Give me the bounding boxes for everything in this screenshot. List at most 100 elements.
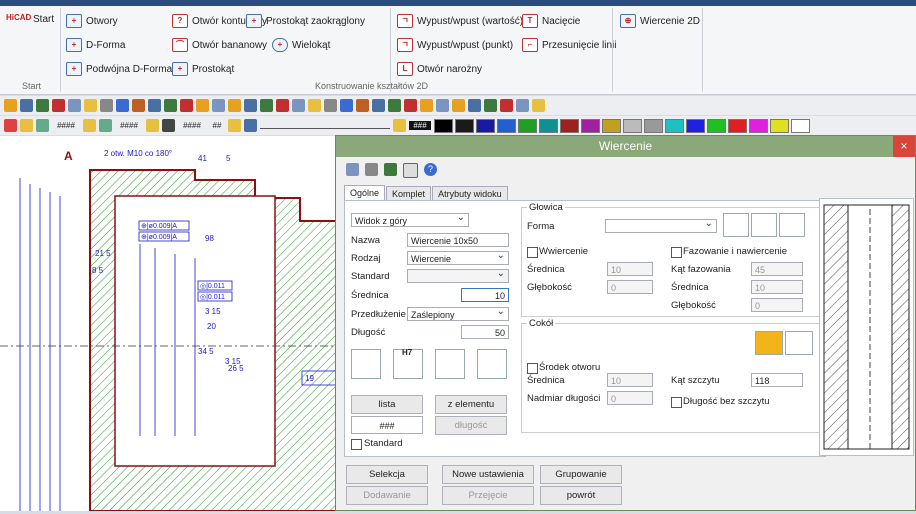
color-swatch[interactable] <box>665 118 684 133</box>
toolbar-tool-icon[interactable] <box>420 99 433 112</box>
toolbar-tool-icon[interactable] <box>388 99 401 112</box>
key-value-button[interactable]: ㄱ Wypust/wpust (wartość) <box>397 14 523 28</box>
line-style-icon[interactable] <box>244 119 257 132</box>
toolbar-tool-icon[interactable] <box>436 99 449 112</box>
color-swatch[interactable] <box>455 118 474 133</box>
copy-icon[interactable] <box>346 163 359 176</box>
base-tool-2-icon[interactable] <box>785 331 813 355</box>
drill-tool-3-icon[interactable] <box>435 349 465 379</box>
toolbar-tool-icon[interactable] <box>500 99 513 112</box>
color-swatch[interactable] <box>539 118 558 133</box>
field-2[interactable]: #### <box>115 121 143 130</box>
extension-select[interactable]: Zaślepiony <box>407 305 509 321</box>
toolbar-tool-icon[interactable] <box>356 99 369 112</box>
color-swatch[interactable] <box>686 118 705 133</box>
color-swatch[interactable] <box>560 118 579 133</box>
name-input[interactable]: Wiercenie 10x50 <box>407 233 509 247</box>
toolbar-tool-icon[interactable] <box>228 99 241 112</box>
new-settings-button[interactable]: Nowe ustawienia <box>442 465 534 484</box>
lock-icon[interactable] <box>393 119 406 132</box>
length-input[interactable]: 50 <box>461 325 509 339</box>
field-1[interactable]: #### <box>52 121 80 130</box>
back-button[interactable]: powrót <box>540 486 622 505</box>
chamfer-checkbox[interactable] <box>671 247 682 258</box>
chamfer-diameter-input[interactable]: 10 <box>751 280 803 294</box>
toolbar-tool-icon[interactable] <box>212 99 225 112</box>
key-point-button[interactable]: ㄱ Wypust/wpust (punkt) <box>397 38 513 52</box>
toolbar-tool-icon[interactable] <box>516 99 529 112</box>
toolbar-tool-icon[interactable] <box>468 99 481 112</box>
tab-view-attributes[interactable]: Atrybuty widoku <box>432 186 508 201</box>
pen-icon[interactable] <box>162 119 175 132</box>
corner-hole-button[interactable]: L Otwór narożny <box>397 62 482 76</box>
layer-icon[interactable] <box>36 119 49 132</box>
toolbar-tool-icon[interactable] <box>148 99 161 112</box>
toolbar-tool-icon[interactable] <box>100 99 113 112</box>
drilling-2d-button[interactable]: ⊕ Wiercenie 2D <box>620 14 700 28</box>
center-diameter-input[interactable]: 10 <box>607 373 653 387</box>
toolbar-tool-icon[interactable] <box>132 99 145 112</box>
banana-hole-button[interactable]: ⌒ Otwór bananowy <box>172 38 267 52</box>
toolbar-tool-icon[interactable] <box>292 99 305 112</box>
diameter-input[interactable]: 10 <box>461 288 509 302</box>
asterisk-icon[interactable] <box>4 119 17 132</box>
lock-icon[interactable] <box>228 119 241 132</box>
color-swatch[interactable] <box>581 118 600 133</box>
start-button[interactable]: HiCAD <box>6 14 31 22</box>
toolbar-tool-icon[interactable] <box>532 99 545 112</box>
selection-button[interactable]: Selekcja <box>346 465 428 484</box>
toolbar-tool-icon[interactable] <box>308 99 321 112</box>
measure-icon[interactable] <box>403 163 418 178</box>
color-swatch[interactable] <box>728 118 747 133</box>
type-select[interactable]: Wiercenie <box>407 249 509 265</box>
chamfer-depth-input[interactable]: 0 <box>751 298 803 312</box>
toolbar-tool-icon[interactable] <box>452 99 465 112</box>
sink-depth-input[interactable]: 0 <box>607 280 653 294</box>
layer-icon[interactable] <box>99 119 112 132</box>
color-swatch[interactable] <box>518 118 537 133</box>
toolbar-tool-icon[interactable] <box>20 99 33 112</box>
start-button-label[interactable]: Start <box>33 14 54 25</box>
drill-tool-h7-icon[interactable]: H7 <box>393 348 423 379</box>
toolbar-tool-icon[interactable] <box>180 99 193 112</box>
color-swatch[interactable] <box>434 118 453 133</box>
toolbar-tool-icon[interactable] <box>52 99 65 112</box>
toolbar-tool-icon[interactable] <box>276 99 289 112</box>
form-select[interactable] <box>605 217 717 233</box>
lock-icon[interactable] <box>146 119 159 132</box>
head-tool-3-icon[interactable] <box>779 213 805 237</box>
color-swatch[interactable] <box>476 118 495 133</box>
color-field[interactable]: ### <box>409 121 431 130</box>
transfer-button[interactable]: Przejęcie <box>442 486 534 505</box>
line-type-dropdown[interactable] <box>260 122 390 129</box>
chamfer-angle-input[interactable]: 45 <box>751 262 803 276</box>
drawing-canvas[interactable]: 2 otw. M10 co 180° 41 5 21 5 8 5 98 3 15… <box>0 136 337 512</box>
toolbar-tool-icon[interactable] <box>404 99 417 112</box>
calculator-icon[interactable] <box>384 163 397 176</box>
color-swatch[interactable] <box>749 118 768 133</box>
toolbar-tool-icon[interactable] <box>372 99 385 112</box>
list-button[interactable]: lista <box>351 395 423 414</box>
add-button[interactable]: Dodawanie <box>346 486 428 505</box>
toolbar-tool-icon[interactable] <box>164 99 177 112</box>
toolbar-tool-icon[interactable] <box>84 99 97 112</box>
standard-checkbox[interactable] <box>351 439 362 450</box>
sink-checkbox[interactable] <box>527 247 538 258</box>
color-swatch[interactable] <box>707 118 726 133</box>
toolbar-tool-icon[interactable] <box>484 99 497 112</box>
rectangle-button[interactable]: + Prostokąt <box>172 62 234 76</box>
base-tool-1-icon[interactable] <box>755 331 783 355</box>
tab-set[interactable]: Komplet <box>386 186 432 201</box>
toolbar-tool-icon[interactable] <box>4 99 17 112</box>
toolbar-tool-icon[interactable] <box>260 99 273 112</box>
color-swatch[interactable] <box>644 118 663 133</box>
help-icon[interactable]: ? <box>424 163 437 176</box>
toolbar-tool-icon[interactable] <box>340 99 353 112</box>
drill-tool-1-icon[interactable] <box>351 349 381 379</box>
close-icon[interactable]: × <box>893 136 915 157</box>
holes-button[interactable]: + Otwory <box>66 14 118 28</box>
color-swatch[interactable] <box>791 118 810 133</box>
grouping-button[interactable]: Grupowanie <box>540 465 622 484</box>
toolbar-tool-icon[interactable] <box>324 99 337 112</box>
field-3[interactable]: #### <box>178 121 206 130</box>
